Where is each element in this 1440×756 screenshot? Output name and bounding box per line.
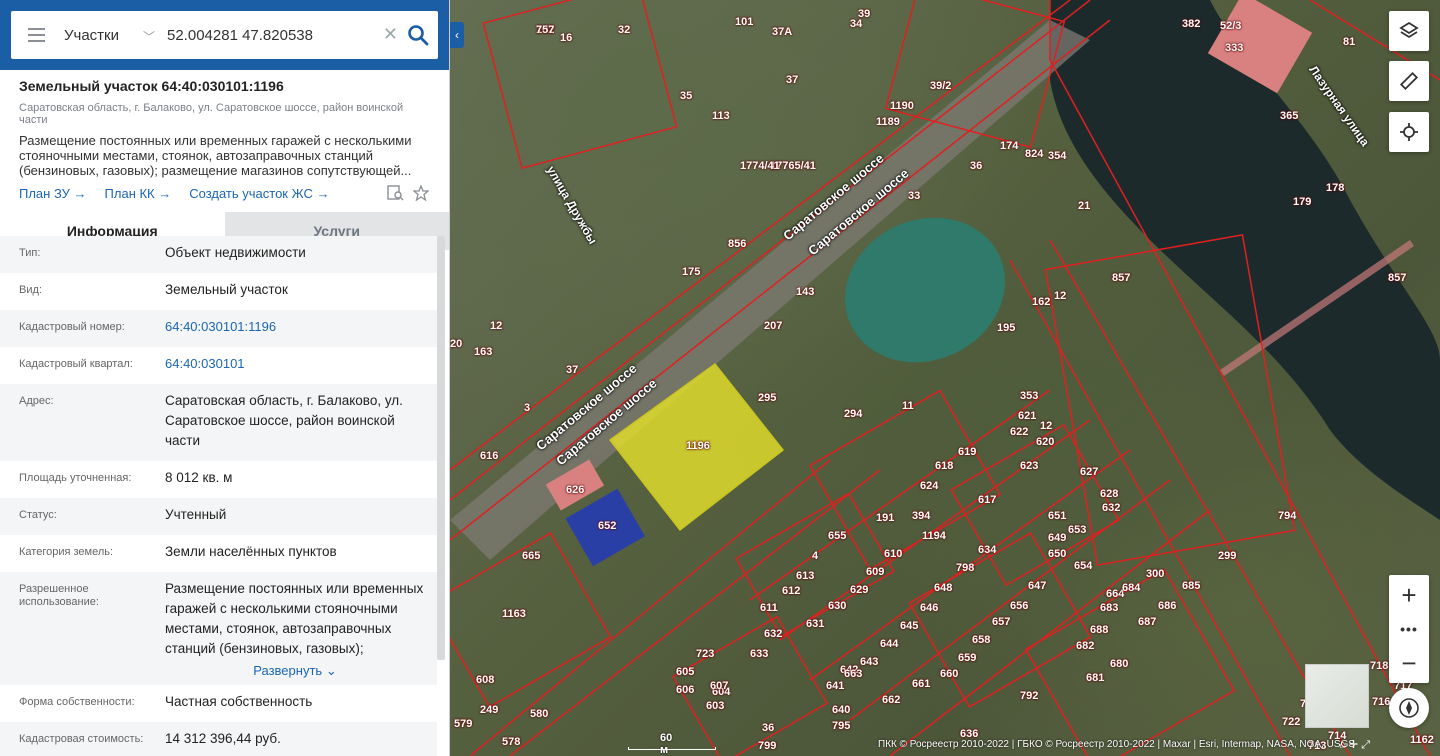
prop-row-cadnum: Кадастровый номер: 64:40:030101:1196 (0, 310, 437, 347)
attribution-icons[interactable]: ⌂ ✛ ⤢ (1339, 738, 1370, 752)
prop-label: Форма собственности: (19, 696, 135, 708)
compass-button[interactable] (1389, 688, 1429, 728)
prop-row-quarter: Кадастровый квартал: 64:40:030101 (0, 347, 437, 384)
prop-row-cost: Кадастровая стоимость: 14 312 396,44 руб… (0, 722, 437, 756)
attribution: ПКК © Росреестр 2010-2022 | ГБКО © Росре… (878, 739, 1355, 750)
zoom-in-button[interactable]: + (1389, 575, 1429, 615)
prop-label: Кадастровый номер: (19, 321, 125, 333)
search-type-label: Участки (64, 26, 119, 44)
prop-row-status: Статус: Учтенный (0, 498, 437, 535)
prop-value: Учтенный (165, 507, 227, 522)
prop-label: Разрешенное использование: (19, 583, 99, 608)
object-address: Саратовская область, г. Балаково, ул. Са… (19, 102, 404, 126)
crosshair-icon (1400, 123, 1418, 141)
scrollbar[interactable] (437, 236, 445, 660)
cadastral-quarter-link[interactable]: 64:40:030101 (165, 354, 425, 374)
prop-row-kind: Вид: Земельный участок (0, 273, 437, 310)
prop-value: Размещение постоянных или временных гара… (165, 581, 424, 665)
prop-label: Тип: (19, 247, 41, 259)
prop-label: Площадь уточненная: (19, 472, 132, 484)
search-icon[interactable] (406, 23, 430, 47)
prop-label: Статус: (19, 509, 57, 521)
prop-label: Вид: (19, 284, 42, 296)
search-document-icon[interactable] (387, 185, 405, 201)
expand-label: Развернуть (253, 663, 323, 678)
chevron-left-icon: ‹ (455, 28, 459, 42)
star-icon[interactable] (413, 185, 429, 201)
zoom-control: + ••• − (1389, 575, 1429, 683)
map-view[interactable]: 1196 Саратовское шоссе Саратовское шоссе… (450, 0, 1440, 756)
prop-label: Кадастровая стоимость: (19, 733, 144, 745)
object-header: Земельный участок 64:40:030101:1196 Сара… (0, 70, 449, 202)
expand-button[interactable]: Развернуть ⌄ (165, 663, 425, 679)
properties-list: Тип: Объект недвижимости Вид: Земельный … (0, 236, 437, 756)
prop-row-ownership: Форма собственности: Частная собственнос… (0, 685, 437, 722)
clear-icon[interactable]: ✕ (383, 24, 398, 45)
prop-label: Категория земель: (19, 546, 114, 558)
prop-row-address: Адрес: Саратовская область, г. Балаково,… (0, 384, 437, 461)
prop-value: Земельный участок (165, 282, 288, 297)
locate-button[interactable] (1389, 112, 1429, 152)
search-type-select[interactable]: Участки ﹀ (61, 27, 161, 44)
object-title: Земельный участок 64:40:030101:1196 (19, 78, 284, 94)
plan-kk-link[interactable]: План КК → (105, 186, 172, 201)
cadastral-number-link[interactable]: 64:40:030101:1196 (165, 317, 425, 337)
prop-label: Адрес: (19, 395, 54, 407)
plan-zu-link[interactable]: План ЗУ → (19, 186, 87, 201)
layers-icon (1399, 21, 1419, 39)
prop-row-use: Разрешенное использование: Размещение по… (0, 572, 437, 685)
more-icon[interactable]: ••• (1389, 615, 1429, 643)
prop-value: 8 012 кв. м (165, 470, 233, 485)
scale-label: 60 м (660, 732, 673, 756)
chevron-down-icon: ⌄ (325, 663, 337, 678)
prop-row-type: Тип: Объект недвижимости (0, 236, 437, 273)
ruler-icon (1399, 71, 1419, 91)
prop-label: Кадастровый квартал: (19, 358, 133, 370)
prop-row-category: Категория земель: Земли населённых пункт… (0, 535, 437, 572)
object-description: Размещение постоянных или временных гара… (19, 133, 412, 178)
zoom-out-button[interactable]: − (1389, 643, 1429, 683)
ruler-button[interactable] (1389, 61, 1429, 101)
info-panel: Участки ﹀ ✕ Земельный участок 64:40:0301… (0, 0, 450, 756)
collapse-panel-button[interactable]: ‹ (450, 22, 464, 48)
search-input[interactable] (161, 26, 371, 44)
chevron-down-icon: ﹀ (142, 29, 155, 44)
compass-icon (1399, 698, 1419, 718)
search-header: Участки ﹀ ✕ (0, 0, 449, 70)
layers-button[interactable] (1389, 11, 1429, 51)
prop-value: Объект недвижимости (165, 245, 306, 260)
prop-value: 14 312 396,44 руб. (165, 731, 281, 746)
minimap[interactable] (1305, 664, 1369, 728)
create-parcel-link[interactable]: Создать участок ЖС → (189, 186, 329, 201)
object-links: План ЗУ → План КК → Создать участок ЖС → (19, 184, 430, 202)
prop-value: Частная собственность (165, 694, 313, 709)
prop-row-area: Площадь уточненная: 8 012 кв. м (0, 461, 437, 498)
menu-icon[interactable] (11, 28, 61, 42)
search-bar: Участки ﹀ ✕ (11, 11, 438, 59)
prop-value: Земли населённых пунктов (165, 544, 337, 559)
prop-value: Саратовская область, г. Балаково, ул. Са… (165, 393, 403, 448)
cadastral-map[interactable] (450, 0, 1440, 756)
